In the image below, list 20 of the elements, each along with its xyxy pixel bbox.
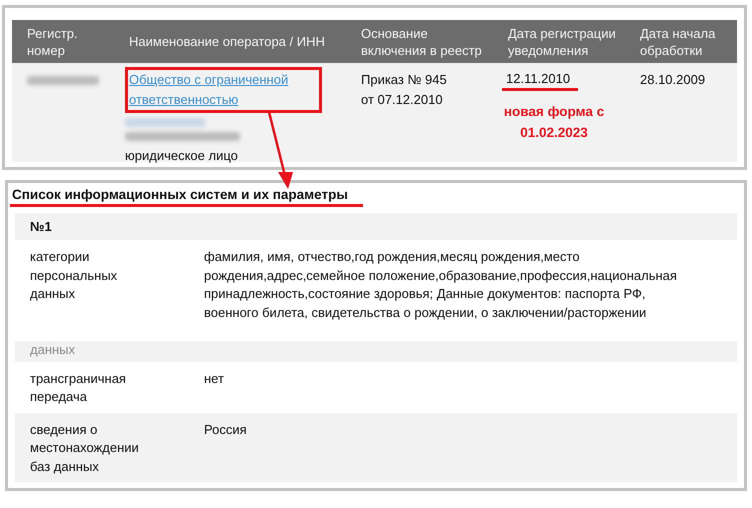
annotation-note: новая форма с 01.02.2023 bbox=[502, 103, 606, 142]
start-date: 28.10.2009 bbox=[640, 71, 706, 89]
parameter-value: Россия bbox=[204, 420, 248, 438]
operator-link[interactable]: Общество с ограниченной ответственностью bbox=[129, 70, 307, 110]
inclusion-basis: Приказ № 945 от 07.12.2010 bbox=[361, 71, 448, 109]
parameter-label: категории персональных данных bbox=[30, 248, 118, 303]
parameter-value: фамилия, имя, отчество,год рождения,месяц рождения,место рождения,адрес,семейное положение,образование,профессия,национальная принадлежность,состояние здоровья; Данные документов: паспорта РФ, военного билета, свидетельства о рождении, о заключении/расторжении bbox=[204, 248, 678, 322]
column-header: Основание включения в реестр bbox=[360, 24, 483, 58]
parameter-label: данных bbox=[30, 341, 76, 359]
column-header: Дата регистрации уведомления bbox=[507, 24, 617, 58]
registration-date: 12.11.2010 bbox=[502, 70, 578, 91]
column-header: Наименование оператора / ИНН bbox=[128, 33, 326, 50]
column-header: Дата начала обработки bbox=[639, 24, 716, 58]
parameter-label: трансграничная передача bbox=[30, 370, 127, 406]
section-title: Список информационных систем и их параметры bbox=[10, 187, 363, 207]
parameter-value: нет bbox=[204, 370, 225, 388]
parameter-label: сведения о местонахождении баз данных bbox=[30, 420, 140, 476]
system-number: №1 bbox=[15, 213, 737, 240]
operator-type: юридическое лицо bbox=[125, 147, 239, 165]
column-header: Регистр. номер bbox=[26, 24, 79, 58]
